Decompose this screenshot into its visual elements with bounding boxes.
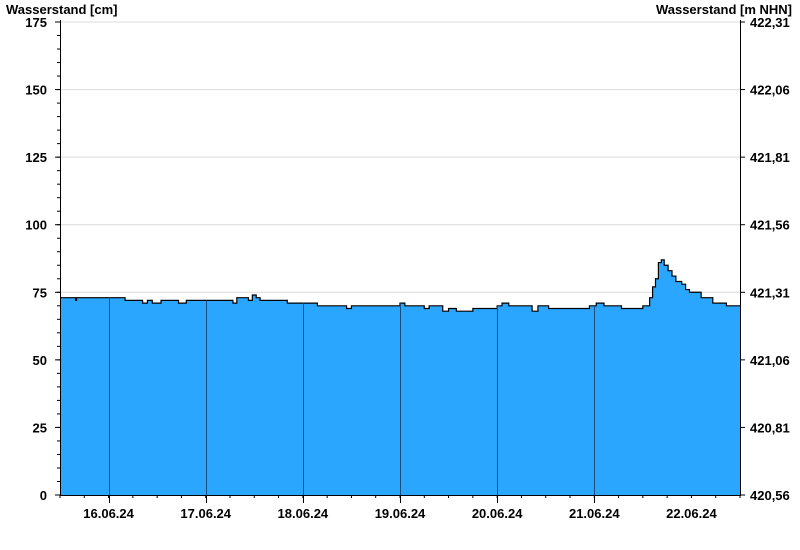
y-tick-label-left: 100 — [25, 218, 47, 233]
y-tick-label-right: 421,31 — [750, 285, 790, 300]
y-tick-label-left: 125 — [25, 150, 47, 165]
y-tick-label-right: 421,56 — [750, 218, 790, 233]
y-tick-label-left: 175 — [25, 15, 47, 30]
water-level-chart: 0 420,56 25 420,81 50 421,06 75 421,31 100 421,56… — [0, 0, 800, 550]
x-tick-label: 20.06.24 — [472, 506, 523, 521]
x-tick-label: 17.06.24 — [180, 506, 231, 521]
y-tick-label-right: 422,31 — [750, 15, 790, 30]
y-tick-label-right: 420,56 — [750, 488, 790, 503]
x-tick-label: 19.06.24 — [375, 506, 426, 521]
y-tick-label-right: 421,06 — [750, 353, 790, 368]
y-tick-label-left: 75 — [33, 285, 47, 300]
y-tick-label-right: 420,81 — [750, 420, 790, 435]
y-axis-label-left: Wasserstand [cm] — [6, 2, 118, 17]
y-axis-label-right: Wasserstand [m NHN] — [656, 2, 792, 17]
y-tick-label-right: 421,81 — [750, 150, 790, 165]
x-tick-label: 16.06.24 — [83, 506, 134, 521]
y-tick-label-left: 0 — [40, 488, 47, 503]
x-tick-label: 22.06.24 — [666, 506, 717, 521]
chart-svg: 0 420,56 25 420,81 50 421,06 75 421,31 100 421,56… — [6, 2, 792, 521]
y-tick-label-left: 25 — [33, 420, 47, 435]
y-tick-label-right: 422,06 — [750, 83, 790, 98]
y-tick-label-left: 150 — [25, 83, 47, 98]
x-tick-label: 21.06.24 — [569, 506, 620, 521]
x-tick-label: 18.06.24 — [278, 506, 329, 521]
y-tick-label-left: 50 — [33, 353, 47, 368]
